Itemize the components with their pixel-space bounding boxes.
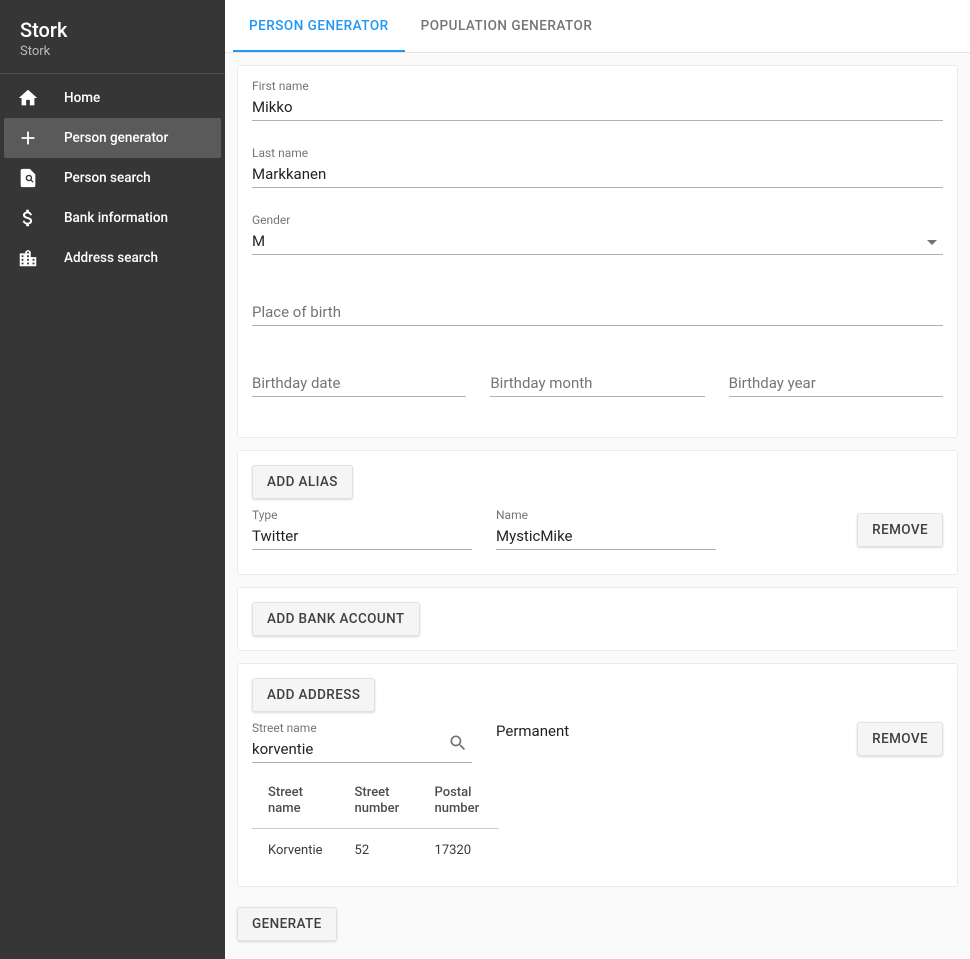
first-name-input[interactable] <box>252 92 943 121</box>
gender-label: Gender <box>252 214 943 226</box>
bank-card: Add bank account <box>237 587 958 651</box>
sidebar-item-label: Home <box>64 90 100 106</box>
main-content: Person Generator Population Generator Fi… <box>225 0 970 959</box>
birthday-year-input[interactable] <box>729 368 943 397</box>
place-of-birth-input[interactable] <box>252 297 943 326</box>
sidebar-header: Stork Stork <box>0 0 225 74</box>
sidebar-item-label: Bank information <box>64 210 168 226</box>
alias-name-field: Name <box>496 509 716 550</box>
first-name-field: First name <box>252 80 943 121</box>
tab-population-generator[interactable]: Population Generator <box>405 0 609 52</box>
cell-postal-number: 17320 <box>419 829 499 873</box>
permanent-label: Permanent <box>496 722 569 740</box>
table-row[interactable]: Korventie 52 17320 <box>252 829 499 873</box>
sidebar-item-label: Person generator <box>64 130 168 146</box>
sidebar-item-person-generator[interactable]: Person generator <box>4 118 221 158</box>
gender-select[interactable] <box>252 226 943 255</box>
app-subtitle: Stork <box>20 44 205 59</box>
sidebar-item-address-search[interactable]: Address search <box>4 238 221 278</box>
alias-type-input[interactable] <box>252 521 472 550</box>
last-name-label: Last name <box>252 147 943 159</box>
address-card: Add address Street name Permanent Remove <box>237 663 958 887</box>
generate-button[interactable]: Generate <box>237 907 337 941</box>
app-title: Stork <box>20 18 205 42</box>
birthday-year-field <box>729 368 943 413</box>
chevron-down-icon <box>927 240 937 245</box>
remove-alias-button[interactable]: Remove <box>857 513 943 547</box>
alias-type-label: Type <box>252 509 472 521</box>
person-details-card: First name Last name Gender <box>237 65 958 438</box>
street-name-field: Street name <box>252 722 472 763</box>
alias-name-input[interactable] <box>496 521 716 550</box>
gender-field: Gender <box>252 214 943 255</box>
person-search-icon <box>16 166 40 190</box>
sidebar-nav: Home Person generator Person search Bank… <box>0 74 225 282</box>
sidebar-item-person-search[interactable]: Person search <box>4 158 221 198</box>
home-icon <box>16 86 40 110</box>
alias-type-field: Type <box>252 509 472 550</box>
col-street-number: Street number <box>339 779 419 829</box>
last-name-input[interactable] <box>252 159 943 188</box>
sidebar: Stork Stork Home Person generator Person… <box>0 0 225 959</box>
sidebar-item-bank-information[interactable]: Bank information <box>4 198 221 238</box>
birthday-month-field <box>490 368 704 397</box>
alias-card: Add alias Type Name Remove <box>237 450 958 575</box>
col-postal-number: Postal number <box>419 779 499 829</box>
first-name-label: First name <box>252 80 943 92</box>
birthday-month-input[interactable] <box>490 368 704 397</box>
place-of-birth-field <box>252 297 943 326</box>
add-bank-account-button[interactable]: Add bank account <box>252 602 420 636</box>
birthday-date-field <box>252 368 466 397</box>
remove-address-button[interactable]: Remove <box>857 722 943 756</box>
sidebar-item-home[interactable]: Home <box>4 78 221 118</box>
tab-person-generator[interactable]: Person Generator <box>233 0 405 52</box>
sidebar-item-label: Person search <box>64 170 151 186</box>
alias-name-label: Name <box>496 509 716 521</box>
sidebar-item-label: Address search <box>64 250 158 266</box>
col-street-name: Street name <box>252 779 339 829</box>
add-alias-button[interactable]: Add alias <box>252 465 353 499</box>
tab-bar: Person Generator Population Generator <box>225 0 970 53</box>
cell-street-name: Korventie <box>252 829 339 873</box>
dollar-icon <box>16 206 40 230</box>
street-name-input[interactable] <box>252 734 472 763</box>
building-icon <box>16 246 40 270</box>
street-name-label: Street name <box>252 722 472 734</box>
cell-street-number: 52 <box>339 829 419 873</box>
plus-icon <box>16 126 40 150</box>
address-results-table: Street name Street number Postal number … <box>252 779 499 872</box>
birthday-date-input[interactable] <box>252 368 466 397</box>
last-name-field: Last name <box>252 147 943 188</box>
add-address-button[interactable]: Add address <box>252 678 375 712</box>
